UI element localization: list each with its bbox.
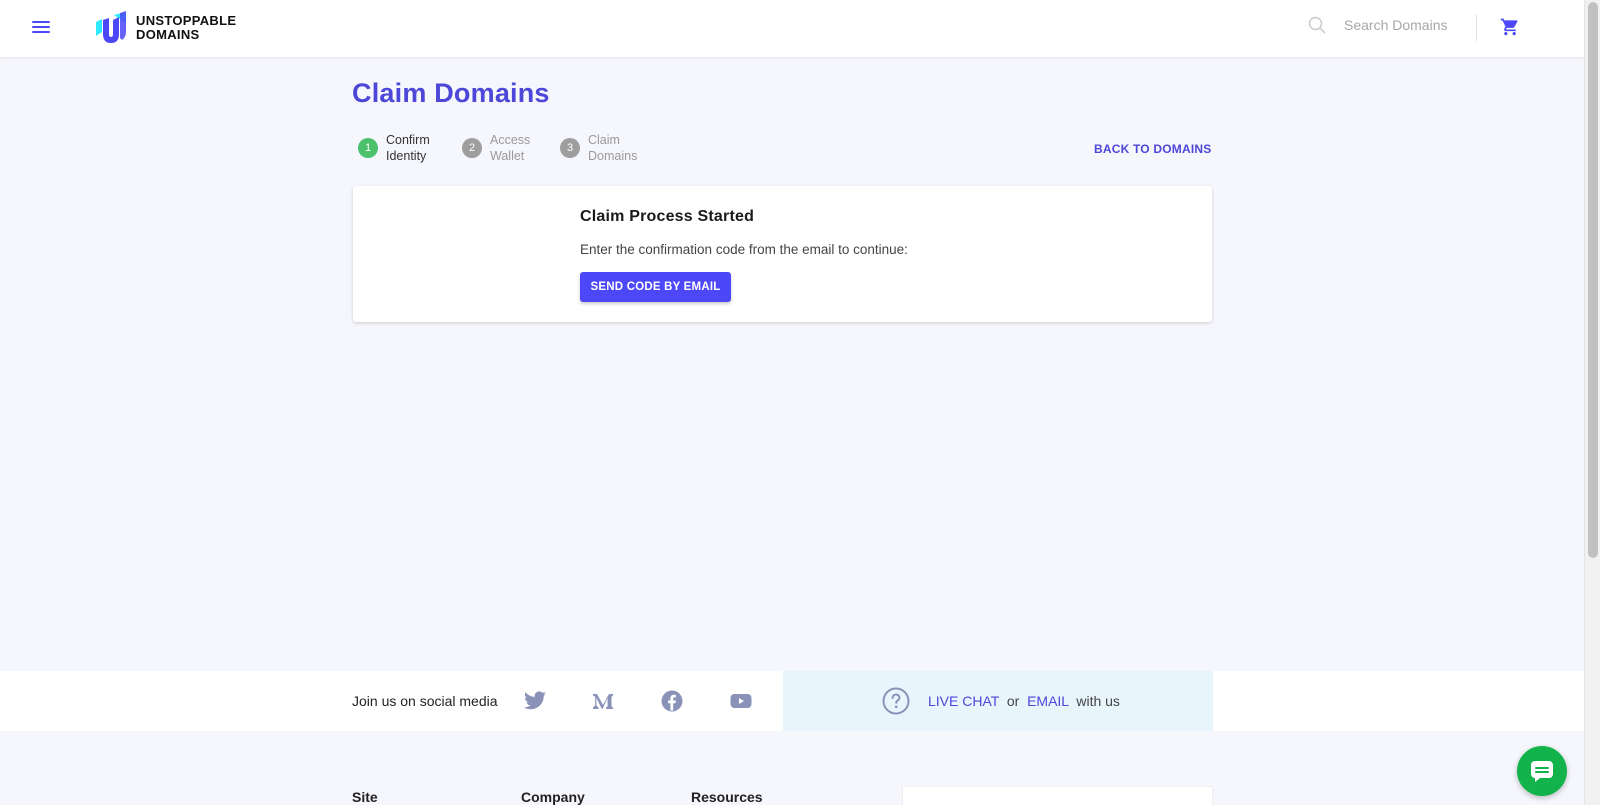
step-label-line2: Wallet (490, 149, 525, 163)
question-icon (882, 687, 910, 715)
email-link[interactable]: EMAIL (1027, 693, 1069, 709)
step-label-line2: Identity (386, 149, 427, 163)
twitter-icon[interactable] (523, 689, 547, 713)
step-label-line1: Access (490, 133, 531, 147)
footer-heading-site: Site (352, 789, 378, 805)
chat-icon (1531, 761, 1553, 782)
claim-stepper: 1 Confirm Identity 2 Access Wallet 3 Cla… (358, 132, 664, 164)
help-or: or (1006, 693, 1020, 709)
send-code-button[interactable]: SEND CODE BY EMAIL (580, 272, 731, 302)
page-scrollbar[interactable] (1584, 0, 1600, 805)
help-text: LIVE CHAT or EMAIL with us (928, 693, 1120, 709)
step-claim-domains: 3 Claim Domains (560, 132, 640, 164)
step-label-line2: Domains (588, 149, 638, 163)
back-to-domains-link[interactable]: BACK TO DOMAINS (1094, 142, 1211, 156)
step-access-wallet: 2 Access Wallet (462, 132, 536, 164)
top-header: UNSTOPPABLE DOMAINS (0, 0, 1584, 57)
step-label: Confirm Identity (386, 132, 438, 164)
search-box (1308, 16, 1464, 34)
header-divider (1476, 14, 1477, 41)
logo-icon (96, 11, 126, 43)
page-title: Claim Domains (352, 78, 550, 108)
card-title: Claim Process Started (580, 208, 755, 225)
cart-icon[interactable] (1500, 17, 1520, 37)
logo-line2: DOMAINS (136, 27, 200, 42)
menu-icon[interactable] (32, 18, 50, 36)
step-label: Access Wallet (490, 132, 536, 164)
step-label: Claim Domains (588, 132, 640, 164)
step-number: 3 (560, 138, 580, 158)
medium-icon[interactable] (591, 689, 615, 713)
live-chat-link[interactable]: LIVE CHAT (928, 693, 999, 709)
youtube-icon[interactable] (729, 689, 753, 713)
strip-filler (1213, 671, 1584, 731)
step-label-line1: Claim (588, 133, 620, 147)
scrollbar-thumb[interactable] (1588, 2, 1598, 558)
step-confirm-identity: 1 Confirm Identity (358, 132, 438, 164)
card-instructions: Enter the confirmation code from the ema… (580, 242, 908, 257)
logo-text: UNSTOPPABLE DOMAINS (136, 14, 236, 42)
facebook-icon[interactable] (660, 689, 684, 713)
footer-heading-resources: Resources (691, 789, 763, 805)
social-label: Join us on social media (352, 693, 498, 709)
logo-line1: UNSTOPPABLE (136, 13, 237, 28)
step-label-line1: Confirm (386, 133, 430, 147)
logo[interactable]: UNSTOPPABLE DOMAINS (92, 10, 236, 46)
chat-widget-button[interactable] (1517, 746, 1567, 796)
claim-process-card: Claim Process Started Enter the confirma… (353, 186, 1212, 322)
search-icon[interactable] (1308, 16, 1326, 34)
help-suffix: with us (1076, 693, 1120, 709)
step-number: 1 (358, 138, 378, 158)
footer-newsletter-box (902, 786, 1213, 805)
search-input[interactable] (1344, 17, 1464, 33)
footer-heading-company: Company (521, 789, 585, 805)
step-number: 2 (462, 138, 482, 158)
